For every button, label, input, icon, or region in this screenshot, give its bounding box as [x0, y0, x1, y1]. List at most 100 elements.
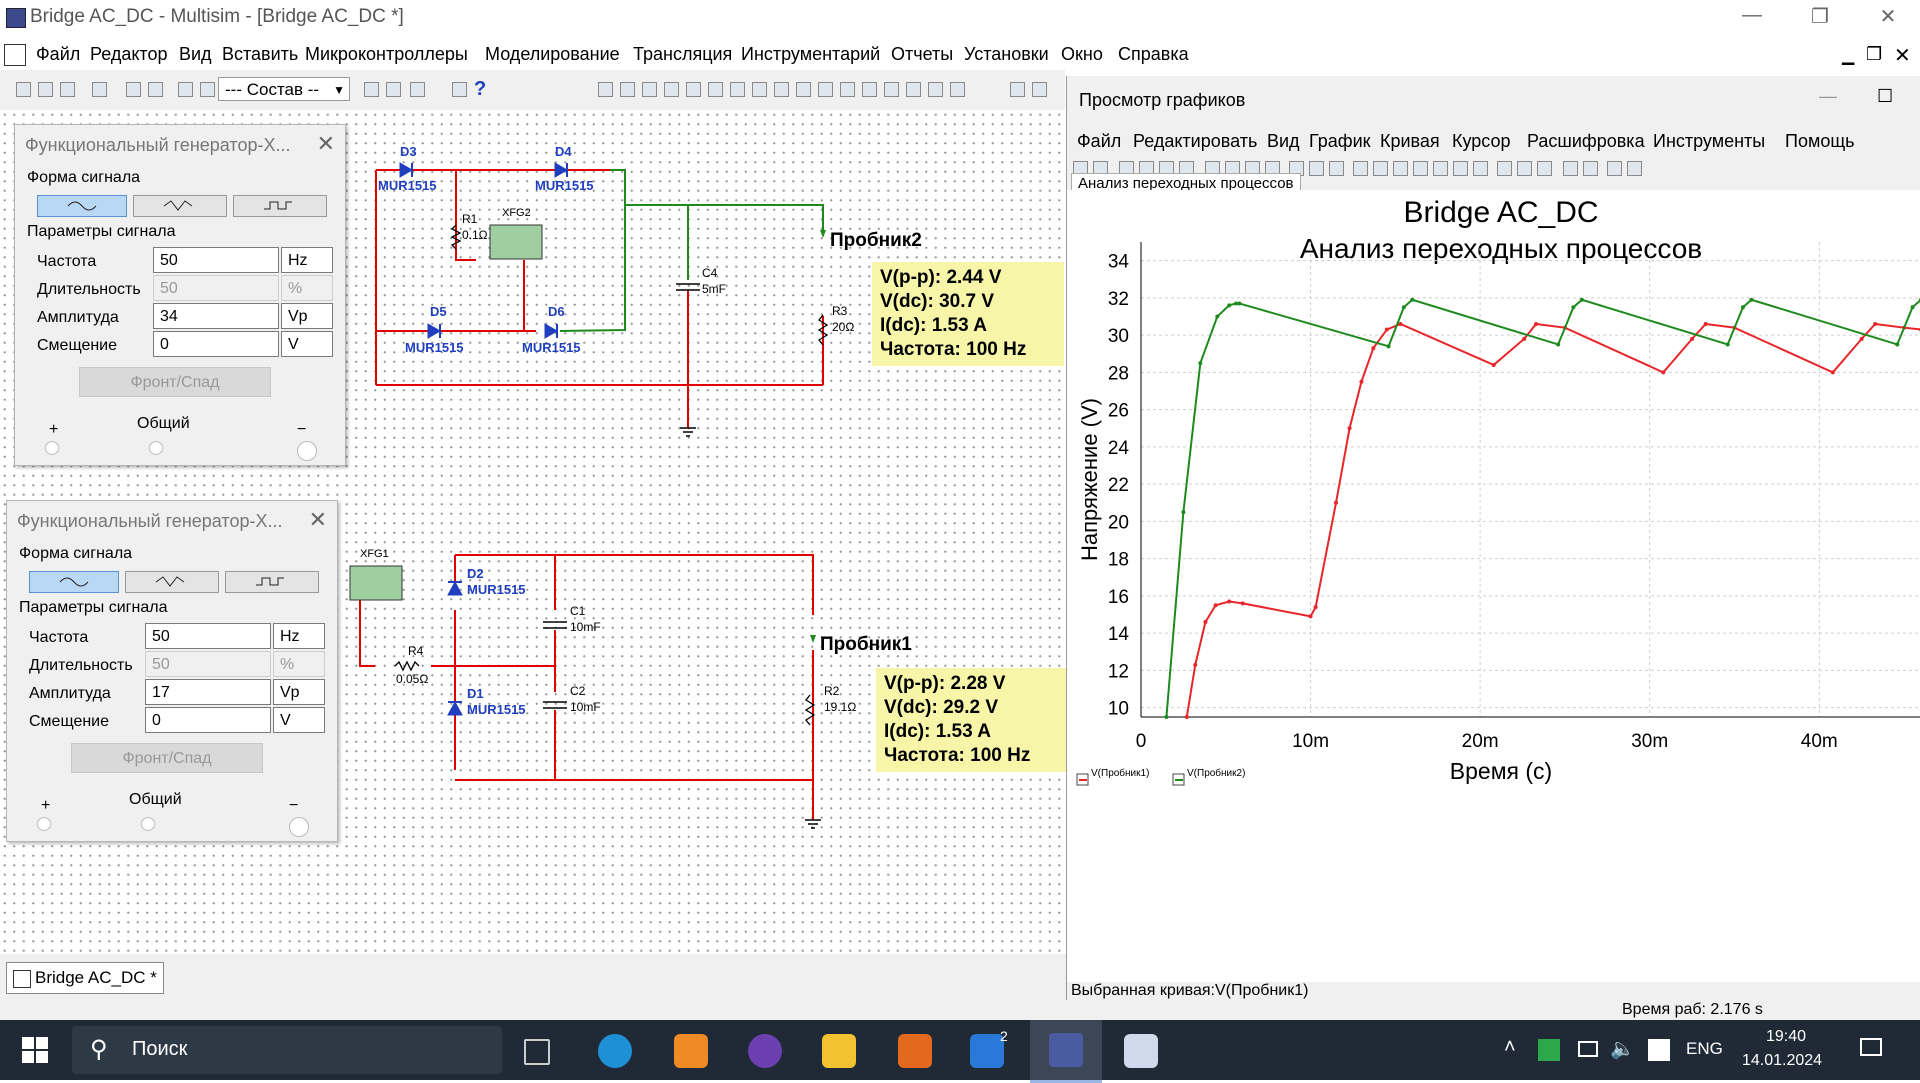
toolbar-icon-11[interactable] [410, 82, 425, 97]
offset-unit-select[interactable]: V [273, 707, 325, 733]
app-equalizer-icon[interactable] [898, 1034, 932, 1068]
toolbar-icon-14[interactable] [642, 82, 657, 97]
menu-reports[interactable]: Отчеты [891, 44, 953, 65]
help-icon[interactable]: ? [474, 78, 486, 101]
frequency-unit-select[interactable]: Hz [273, 623, 325, 649]
frequency-input[interactable]: 50 [153, 247, 279, 273]
app-blue-icon[interactable] [970, 1034, 1004, 1068]
probe2-label[interactable]: Пробник2 [830, 230, 922, 252]
design-tab[interactable]: Bridge AC_DC * [6, 962, 164, 994]
toolbar-icon-24[interactable] [862, 82, 877, 97]
close-icon[interactable]: ✕ [317, 131, 335, 157]
grapher-zoom-area-icon[interactable] [1413, 161, 1428, 176]
toolbar-icon-13[interactable] [620, 82, 635, 97]
plus-terminal[interactable] [45, 441, 59, 455]
function-generator-panel-xfg2[interactable]: Функциональный генератор-X... ✕ Форма си… [14, 124, 346, 466]
grapher-menu-help[interactable]: Помощь [1785, 131, 1855, 152]
toolbar-icon-25[interactable] [884, 82, 899, 97]
menu-options[interactable]: Установки [964, 44, 1049, 65]
menu-transfer[interactable]: Трансляция [633, 44, 732, 65]
task-view-icon[interactable] [524, 1039, 550, 1065]
toolbar-icon-2[interactable] [38, 82, 53, 97]
grapher-trace3-icon[interactable] [1329, 161, 1344, 176]
plus-terminal[interactable] [37, 817, 51, 831]
grapher-menu-legend[interactable]: Расшифровка [1527, 131, 1645, 152]
doc-minimize-button[interactable]: ▁ [1842, 46, 1854, 66]
menu-insert[interactable]: Вставить [222, 44, 298, 65]
toolbar-icon-20[interactable] [774, 82, 789, 97]
transient-chart[interactable]: Bridge AC_DC Анализ переходных процессов 1… [1067, 190, 1920, 982]
grapher-print-icon[interactable] [1607, 161, 1622, 176]
plot-area[interactable]: Bridge AC_DC Анализ переходных процессов 1… [1067, 190, 1920, 982]
grapher-tool-icon[interactable] [1517, 161, 1532, 176]
toolbar-icon-4[interactable] [92, 82, 107, 97]
amplitude-unit-select[interactable]: Vp [281, 303, 333, 329]
grapher-menu-trace[interactable]: Кривая [1380, 131, 1440, 152]
frequency-input[interactable]: 50 [145, 623, 271, 649]
edge-browser-icon[interactable] [598, 1034, 632, 1068]
close-button[interactable]: ✕ [1858, 4, 1918, 34]
grapher-zoom-x-icon[interactable] [1433, 161, 1448, 176]
amplitude-input[interactable]: 17 [145, 679, 271, 705]
language-indicator[interactable]: ENG [1686, 1039, 1723, 1059]
volume-icon[interactable]: 🔈 [1610, 1036, 1635, 1061]
grapher-window[interactable]: Просмотр графиков — ☐ Файл Редактировать… [1066, 76, 1920, 1000]
clock-date[interactable]: 14.01.2024 [1742, 1052, 1822, 1070]
grapher-print2-icon[interactable] [1627, 161, 1642, 176]
toolbar-icon-3[interactable] [60, 82, 75, 97]
grapher-trace2-icon[interactable] [1309, 161, 1324, 176]
grapher-menu-edit[interactable]: Редактировать [1133, 131, 1257, 152]
minus-terminal[interactable] [289, 817, 309, 837]
grapher-zoom-in-icon[interactable] [1353, 161, 1368, 176]
menu-mcu[interactable]: Микроконтроллеры [305, 44, 468, 65]
grapher-menu-cursor[interactable]: Курсор [1452, 131, 1511, 152]
tray-app-icon[interactable] [1538, 1039, 1560, 1061]
toolbar-icon-28[interactable] [950, 82, 965, 97]
toolbar-icon-1[interactable] [16, 82, 31, 97]
offset-unit-select[interactable]: V [281, 331, 333, 357]
toolbar-icon-6[interactable] [148, 82, 163, 97]
search-box[interactable]: ⚲ Поиск [72, 1026, 502, 1074]
grapher-taskbar-icon[interactable] [1124, 1034, 1158, 1068]
offset-input[interactable]: 0 [153, 331, 279, 357]
toolbar-icon-29[interactable] [1010, 82, 1025, 97]
chevron-up-icon[interactable]: ˄ [1504, 1036, 1516, 1059]
toolbar-icon-9[interactable] [364, 82, 379, 97]
function-generator-panel-xfg1[interactable]: Функциональный генератор-X... ✕ Форма си… [6, 500, 338, 842]
menu-file[interactable]: Файл [36, 44, 80, 65]
grapher-minimize-button[interactable]: — [1819, 86, 1837, 107]
clock-time[interactable]: 19:40 [1766, 1028, 1806, 1046]
sine-wave-button[interactable] [37, 195, 127, 217]
toolbar-icon-7[interactable] [178, 82, 193, 97]
toolbar-icon-26[interactable] [906, 82, 921, 97]
component-combo[interactable]: --- Состав -- ▼ [218, 77, 350, 101]
grapher-export-icon[interactable] [1583, 161, 1598, 176]
toolbar-icon-19[interactable] [752, 82, 767, 97]
toolbar-icon-16[interactable] [686, 82, 701, 97]
toolbar-icon-12[interactable] [598, 82, 613, 97]
menu-window[interactable]: Окно [1061, 44, 1103, 65]
toolbar-icon-17[interactable] [708, 82, 723, 97]
grapher-zoom-y-icon[interactable] [1453, 161, 1468, 176]
grapher-zoom-fit-icon[interactable] [1393, 161, 1408, 176]
grapher-pan-icon[interactable] [1473, 161, 1488, 176]
amplitude-unit-select[interactable]: Vp [273, 679, 325, 705]
grapher-zoom-out-icon[interactable] [1373, 161, 1388, 176]
toolbar-icon-30[interactable] [1032, 82, 1047, 97]
app-orange-icon[interactable] [674, 1034, 708, 1068]
toolbar-icon-22[interactable] [818, 82, 833, 97]
minimize-button[interactable]: — [1722, 4, 1782, 34]
grapher-overlay-icon[interactable] [1563, 161, 1578, 176]
grapher-menu-tools[interactable]: Инструменты [1653, 131, 1765, 152]
triangle-wave-button[interactable] [125, 571, 219, 593]
triangle-wave-button[interactable] [133, 195, 227, 217]
sine-wave-button[interactable] [29, 571, 119, 593]
menu-simulate[interactable]: Моделирование [485, 44, 620, 65]
file-explorer-icon[interactable] [822, 1034, 856, 1068]
toolbar-icon-5[interactable] [126, 82, 141, 97]
menu-view[interactable]: Вид [179, 44, 212, 65]
toolbar-icon-8[interactable] [200, 82, 215, 97]
grapher-maximize-button[interactable]: ☐ [1877, 86, 1893, 107]
grapher-menu-graph[interactable]: График [1309, 131, 1371, 152]
network-icon[interactable] [1578, 1041, 1598, 1057]
